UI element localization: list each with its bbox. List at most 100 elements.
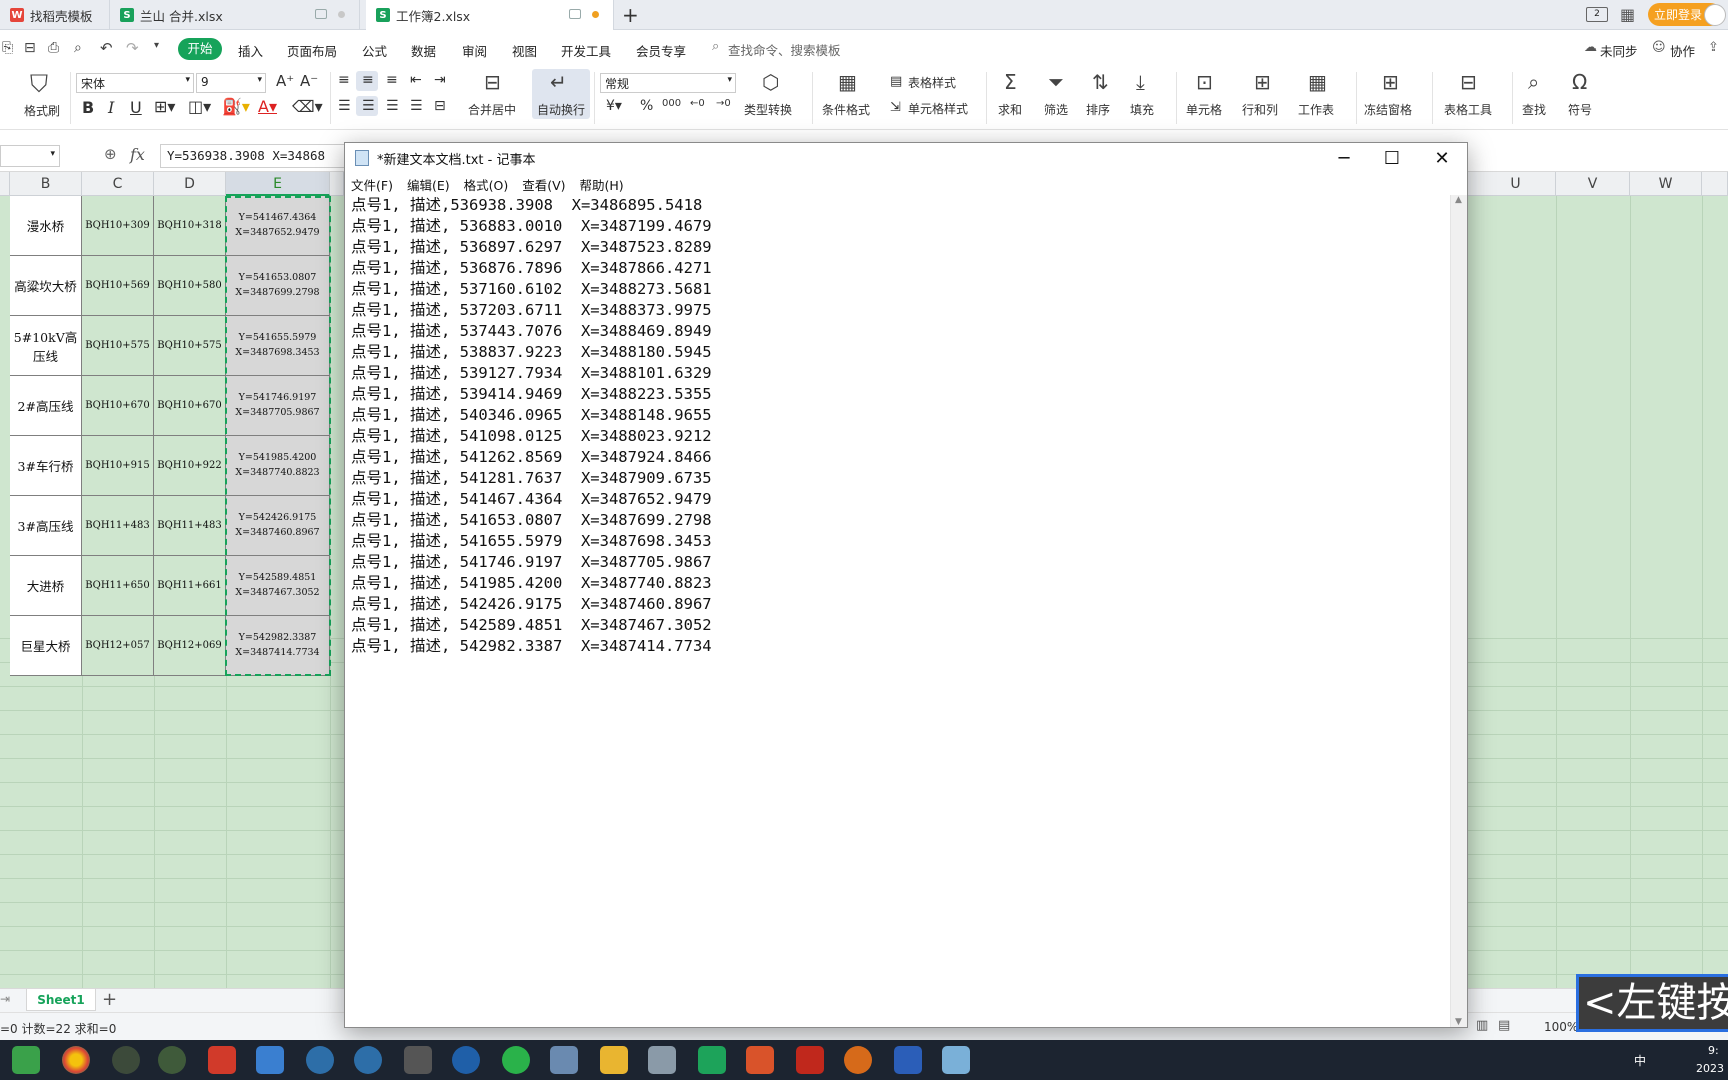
menu-help[interactable]: 帮助(H) — [580, 175, 624, 194]
wechat-icon[interactable] — [502, 1046, 530, 1074]
freeze-button[interactable]: 冻结窗格 — [1364, 101, 1412, 118]
app-icon[interactable] — [158, 1046, 186, 1074]
table-row-start-chainage[interactable]: BQH10+569 — [82, 256, 154, 316]
tab-page-layout[interactable]: 页面布局 — [287, 41, 337, 60]
italic-icon[interactable]: I — [108, 98, 114, 117]
clock-date[interactable]: 2023 — [1696, 1062, 1724, 1075]
unsaved-dot[interactable] — [592, 11, 599, 18]
align-middle-icon[interactable]: ≡ — [362, 72, 374, 88]
undo-icon[interactable]: ↶ — [100, 39, 113, 57]
scroll-down-icon[interactable]: ▼ — [1455, 1017, 1462, 1027]
table-row-end-chainage[interactable]: BQH10+670 — [154, 376, 226, 436]
symbol-icon[interactable]: Ω — [1572, 70, 1587, 94]
redo-icon[interactable]: ↷ — [126, 39, 139, 57]
table-tools-icon[interactable]: ⊟ — [1460, 70, 1477, 94]
menu-format[interactable]: 格式(O) — [464, 175, 509, 194]
find-icon[interactable]: ⌕ — [1528, 70, 1539, 94]
table-row-name[interactable]: 巨星大桥 — [10, 616, 82, 676]
avatar[interactable] — [1704, 4, 1726, 26]
menu-view[interactable]: 查看(V) — [522, 175, 565, 194]
align-top-icon[interactable]: ≡ — [338, 72, 350, 88]
column-header-x[interactable] — [1702, 172, 1728, 196]
start-app-icon[interactable] — [12, 1046, 40, 1074]
sheet-tab-sheet1[interactable]: Sheet1 — [26, 989, 96, 1011]
tab-review[interactable]: 审阅 — [462, 41, 487, 60]
window-count-icon[interactable]: 2 — [1586, 7, 1608, 22]
tab-member[interactable]: 会员专享 — [636, 41, 686, 60]
app-icon[interactable] — [452, 1046, 480, 1074]
save-icon[interactable]: ⊟ — [24, 40, 36, 56]
app-icon[interactable] — [550, 1046, 578, 1074]
column-header-f[interactable] — [330, 172, 344, 196]
align-right-icon[interactable]: ☰ — [386, 98, 399, 114]
sum-icon[interactable]: Σ — [1004, 70, 1017, 94]
app-icon[interactable] — [404, 1046, 432, 1074]
cell-button[interactable]: 单元格 — [1186, 101, 1222, 118]
chrome-icon[interactable] — [62, 1046, 90, 1074]
new-tab-plus-icon[interactable]: + — [622, 3, 639, 27]
cell-style-button[interactable]: 单元格样式 — [908, 100, 968, 117]
column-header-e[interactable]: E — [226, 172, 330, 196]
table-row-end-chainage[interactable]: BQH10+580 — [154, 256, 226, 316]
print-preview-icon[interactable]: ⌕ — [74, 40, 82, 56]
table-style-button[interactable]: 表格样式 — [908, 74, 956, 91]
currency-icon[interactable]: ¥▾ — [606, 98, 622, 114]
page-break-view-icon[interactable]: ▤ — [1498, 1018, 1510, 1033]
notepad-text-area[interactable]: 点号1, 描述,536938.3908 X=3486895.5418 点号1, … — [349, 195, 1445, 1015]
find-button[interactable]: 查找 — [1522, 101, 1546, 118]
maximize-icon[interactable]: ☐ — [1369, 143, 1415, 173]
table-row-start-chainage[interactable]: BQH10+915 — [82, 436, 154, 496]
table-row-start-chainage[interactable]: BQH11+483 — [82, 496, 154, 556]
merge-center-icon[interactable]: ⊟ — [484, 70, 501, 94]
border-icon[interactable]: ⊞▾ — [154, 97, 175, 116]
filter-button[interactable]: 筛选 — [1044, 101, 1068, 118]
ime-indicator[interactable]: 中 — [1634, 1052, 1646, 1069]
number-format-select[interactable]: 常规 ▾ — [600, 73, 736, 93]
fill-button[interactable]: 填充 — [1130, 101, 1154, 118]
align-center-icon[interactable]: ☰ — [362, 98, 375, 114]
type-convert-button[interactable]: 类型转换 — [744, 101, 792, 118]
table-row-end-chainage[interactable]: BQH10+318 — [154, 196, 226, 256]
tab-start[interactable]: 开始 — [178, 38, 222, 60]
normal-view-icon[interactable]: ▥ — [1476, 1018, 1488, 1033]
formula-input[interactable]: Y=536938.3908 X=34868 — [160, 144, 346, 168]
tab-workbook2[interactable]: S 工作簿2.xlsx — [366, 0, 614, 30]
worksheet-button[interactable]: 工作表 — [1298, 101, 1334, 118]
font-name-select[interactable]: 宋体 ▾ — [76, 73, 194, 93]
sum-button[interactable]: 求和 — [998, 101, 1022, 118]
format-painter-icon[interactable]: ⛉ — [30, 70, 48, 98]
app-icon[interactable] — [648, 1046, 676, 1074]
menu-file[interactable]: 文件(F) — [351, 175, 393, 194]
table-row-name[interactable]: 3#高压线 — [10, 496, 82, 556]
justify-icon[interactable]: ☰ — [410, 98, 423, 114]
table-row-end-chainage[interactable]: BQH10+575 — [154, 316, 226, 376]
app-icon[interactable] — [306, 1046, 334, 1074]
tab-close-dot[interactable] — [338, 11, 345, 18]
app-icon[interactable] — [354, 1046, 382, 1074]
wrap-text-icon[interactable]: ↵ — [550, 70, 567, 94]
column-header-b[interactable]: B — [10, 172, 82, 196]
minimize-icon[interactable]: ─ — [1321, 143, 1367, 173]
name-box[interactable]: ▾ — [0, 145, 60, 167]
sort-icon[interactable]: ⇅ — [1092, 70, 1109, 94]
column-header-w[interactable]: W — [1630, 172, 1702, 196]
app-icon[interactable] — [256, 1046, 284, 1074]
distributed-icon[interactable]: ⊟ — [434, 98, 446, 114]
clear-icon[interactable]: ⌫▾ — [292, 97, 323, 116]
freeze-icon[interactable]: ⊞ — [1382, 70, 1399, 94]
column-header-a[interactable] — [0, 172, 10, 196]
column-header-d[interactable]: D — [154, 172, 226, 196]
table-row-name[interactable]: 大进桥 — [10, 556, 82, 616]
table-row-name[interactable]: 2#高压线 — [10, 376, 82, 436]
notepad-title-bar[interactable]: *新建文本文档.txt - 记事本 ─ ☐ ✕ — [345, 143, 1467, 173]
column-header-c[interactable]: C — [82, 172, 154, 196]
search-app-icon[interactable] — [844, 1046, 872, 1074]
table-row-start-chainage[interactable]: BQH11+650 — [82, 556, 154, 616]
table-row-start-chainage[interactable]: BQH10+575 — [82, 316, 154, 376]
tab-insert[interactable]: 插入 — [238, 41, 263, 60]
zoom-formula-icon[interactable]: ⊕ — [104, 145, 117, 163]
increase-indent-icon[interactable]: ⇥ — [434, 72, 446, 88]
insert-function-icon[interactable]: fx — [130, 145, 145, 164]
table-row-end-chainage[interactable]: BQH11+483 — [154, 496, 226, 556]
close-icon[interactable]: ✕ — [1419, 143, 1465, 173]
